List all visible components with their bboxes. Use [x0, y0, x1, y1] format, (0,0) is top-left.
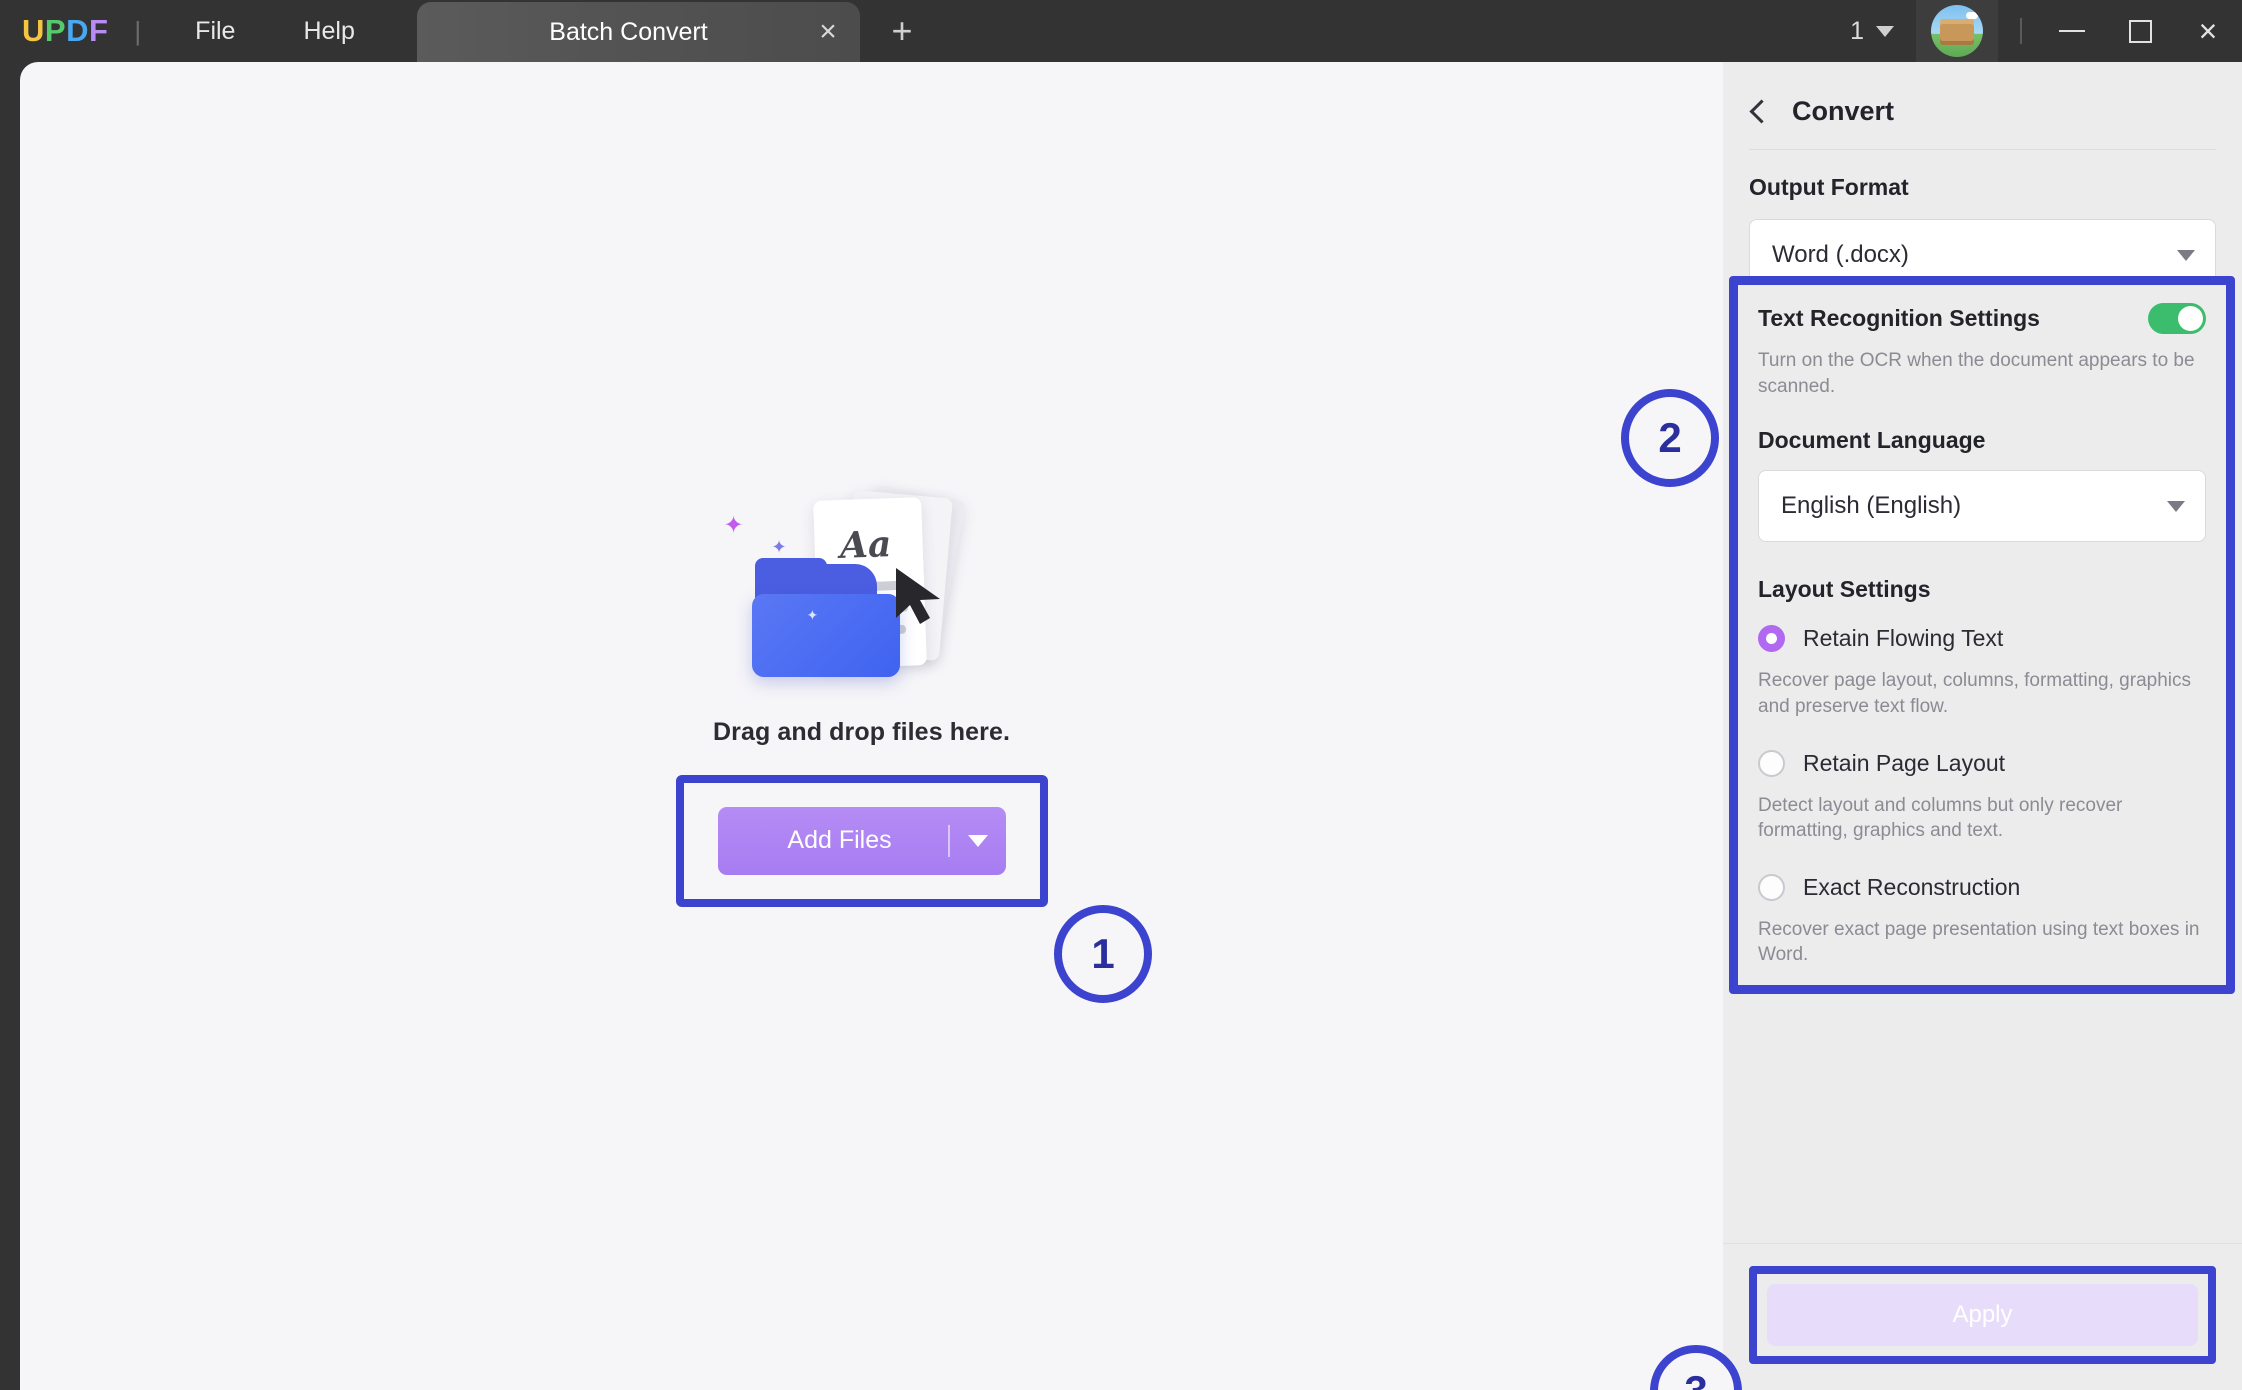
text-recognition-label: Text Recognition Settings — [1758, 305, 2040, 332]
annotation-step-1: 1 — [1054, 905, 1152, 1003]
document-language-value: English (English) — [1781, 492, 2167, 520]
page-count-selector[interactable]: 1 — [1834, 17, 1910, 46]
sparkle-icon: ✦ — [724, 514, 744, 538]
add-files-button[interactable]: Add Files — [718, 807, 1006, 875]
logo-letter-d: D — [66, 13, 89, 49]
caret-down-icon — [2167, 501, 2185, 512]
panel-footer: Apply — [1723, 1243, 2242, 1390]
document-language-label: Document Language — [1758, 427, 2206, 454]
caret-down-icon — [2177, 250, 2195, 261]
updf-app-window: U P D F | File Help Batch Convert × + 1 — [0, 0, 2242, 1390]
apply-highlight-box: Apply — [1749, 1266, 2216, 1364]
toggle-knob — [2178, 306, 2203, 331]
close-icon[interactable]: × — [796, 2, 860, 62]
close-window-button[interactable]: × — [2174, 0, 2242, 62]
radio-hint: Recover exact page presentation using te… — [1758, 917, 2206, 968]
output-format-value: Word (.docx) — [1772, 241, 2177, 269]
tab-batch-convert[interactable]: Batch Convert × — [417, 2, 860, 62]
add-files-label: Add Files — [718, 826, 948, 855]
output-format-label: Output Format — [1749, 174, 2216, 201]
radio-label: Retain Page Layout — [1803, 750, 2005, 777]
menu-help[interactable]: Help — [269, 0, 388, 62]
user-avatar-button[interactable] — [1916, 0, 1998, 62]
caret-down-icon — [968, 835, 988, 847]
text-recognition-toggle[interactable] — [2148, 303, 2206, 334]
drop-instruction-text: Drag and drop files here. — [713, 718, 1010, 747]
menu-file[interactable]: File — [161, 0, 269, 62]
updf-logo: U P D F — [0, 0, 108, 62]
close-icon: × — [2199, 15, 2218, 47]
minimize-icon — [2059, 30, 2085, 32]
radio-retain-flowing-text[interactable]: Retain Flowing Text — [1758, 625, 2206, 652]
panel-title: Convert — [1792, 96, 1894, 127]
radio-icon — [1758, 874, 1785, 901]
chevron-down-icon — [1876, 26, 1894, 37]
tab-label: Batch Convert — [417, 18, 796, 47]
content-area: Aa ✦ ✦ ✦ Drag and drop — [20, 62, 2242, 1390]
text-recognition-hint: Turn on the OCR when the document appear… — [1758, 348, 2206, 399]
new-tab-icon[interactable]: + — [872, 2, 932, 60]
radio-label: Retain Flowing Text — [1803, 625, 2003, 652]
add-files-dropdown-button[interactable] — [950, 835, 1006, 847]
convert-settings-panel: Convert Output Format Word (.docx) — [1723, 62, 2242, 1390]
maximize-button[interactable] — [2106, 0, 2174, 62]
add-files-highlight-box: Add Files — [676, 775, 1048, 907]
ocr-and-layout-highlight-box: Text Recognition Settings Turn on the OC… — [1729, 276, 2235, 994]
sparkle-icon: ✦ — [772, 538, 787, 556]
logo-letter-p: P — [45, 13, 66, 49]
minimize-button[interactable] — [2038, 0, 2106, 62]
sparkle-icon: ✦ — [807, 608, 819, 622]
aa-glyph: Aa — [839, 523, 892, 567]
page-count-value: 1 — [1850, 17, 1864, 46]
avatar-landmark — [1940, 19, 1974, 45]
layout-settings-label: Layout Settings — [1758, 576, 2206, 603]
file-drop-zone[interactable]: Aa ✦ ✦ ✦ Drag and drop — [20, 62, 1703, 1390]
panel-body: Output Format Word (.docx) Text Recognit… — [1723, 150, 2242, 1243]
avatar — [1931, 5, 1983, 57]
maximize-icon — [2129, 20, 2152, 43]
radio-label: Exact Reconstruction — [1803, 874, 2020, 901]
panel-header: Convert — [1723, 62, 2242, 149]
app-body: Aa ✦ ✦ ✦ Drag and drop — [0, 62, 2242, 1390]
radio-icon-selected — [1758, 625, 1785, 652]
apply-button[interactable]: Apply — [1767, 1284, 2198, 1346]
titlebar-divider: | — [134, 0, 141, 62]
avatar-cloud — [1966, 12, 1978, 19]
radio-icon — [1758, 750, 1785, 777]
window-controls: 1 × — [1834, 0, 2242, 62]
radio-exact-reconstruction[interactable]: Exact Reconstruction — [1758, 874, 2206, 901]
drop-illustration-icon: Aa ✦ ✦ ✦ — [712, 486, 1012, 696]
folder-front-icon — [752, 594, 900, 677]
output-format-section: Output Format Word (.docx) — [1723, 150, 2242, 291]
window-controls-divider — [2020, 18, 2022, 44]
logo-letter-u: U — [22, 13, 45, 49]
radio-hint: Recover page layout, columns, formatting… — [1758, 668, 2206, 719]
logo-letter-f: F — [89, 13, 108, 49]
text-recognition-row: Text Recognition Settings — [1758, 303, 2206, 334]
chevron-left-icon[interactable] — [1749, 99, 1773, 123]
radio-hint: Detect layout and columns but only recov… — [1758, 793, 2206, 844]
annotation-step-2: 2 — [1621, 389, 1719, 487]
radio-retain-page-layout[interactable]: Retain Page Layout — [1758, 750, 2206, 777]
document-language-select[interactable]: English (English) — [1758, 470, 2206, 542]
